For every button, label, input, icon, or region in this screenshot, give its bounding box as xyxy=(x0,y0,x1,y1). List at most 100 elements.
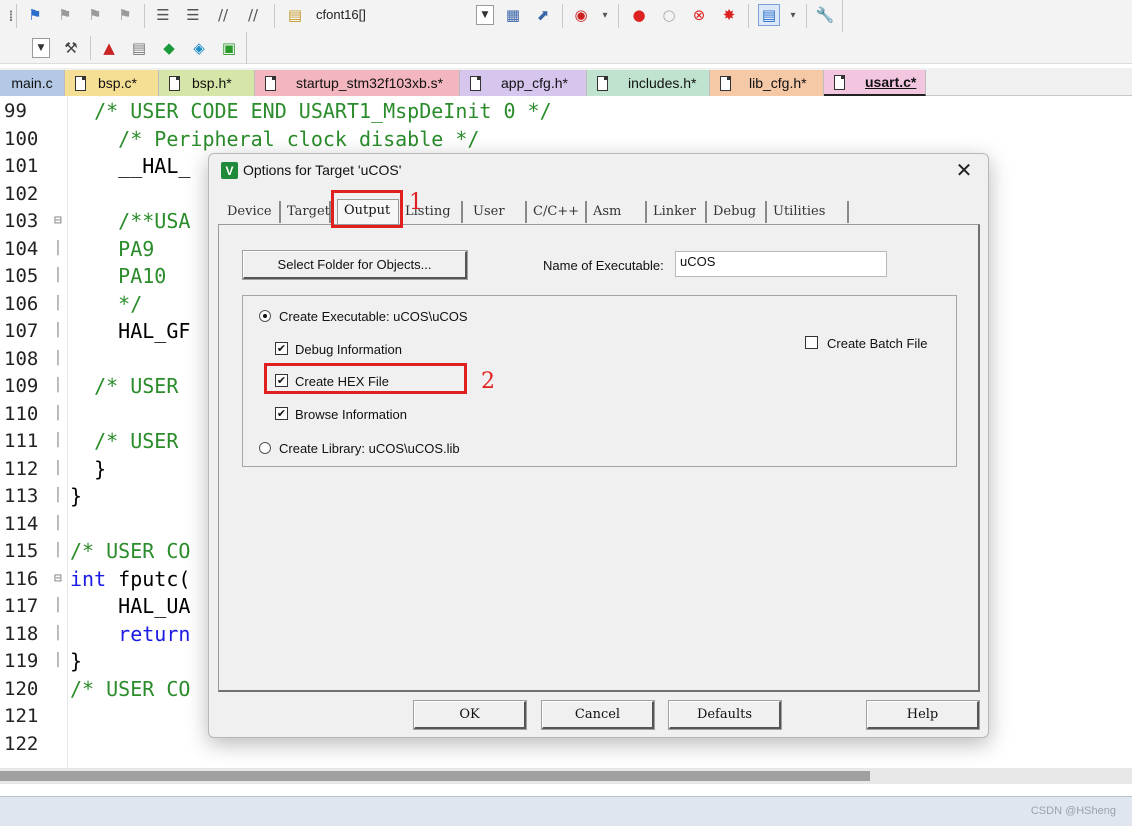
file-tab-app-cfg-h[interactable]: app_cfg.h* xyxy=(460,70,587,96)
line-number: 121 xyxy=(4,705,39,727)
code-line[interactable]: return xyxy=(70,622,190,646)
code-line[interactable]: HAL_UA xyxy=(70,594,190,618)
code-line[interactable]: /* USER xyxy=(70,374,178,398)
create-library-radio[interactable] xyxy=(259,442,271,454)
file-tab-usart-c[interactable]: usart.c* xyxy=(824,70,926,96)
line-number: 119 xyxy=(4,650,39,672)
insert-breakpoint-icon[interactable]: ● xyxy=(628,4,650,26)
browse-information-checkbox[interactable]: ✔ xyxy=(275,407,288,420)
code-text: return xyxy=(70,621,191,646)
incremental-find-icon[interactable]: ⬈ xyxy=(532,4,554,26)
file-tab-lib-cfg-h[interactable]: lib_cfg.h* xyxy=(710,70,824,96)
file-tab-includes-h[interactable]: includes.h* xyxy=(587,70,710,96)
configure-icon[interactable]: 🔧 xyxy=(814,4,836,26)
annotation-marker-2: 2 xyxy=(481,369,495,394)
code-text: } xyxy=(70,456,107,481)
comment-icon[interactable]: // xyxy=(212,4,234,26)
code-line[interactable]: /* USER CO xyxy=(70,539,190,563)
next-bookmark-icon[interactable]: ⚑ xyxy=(84,4,106,26)
help-button[interactable]: Help xyxy=(866,700,980,730)
tab-c-cpp[interactable]: C/C++ xyxy=(527,201,587,223)
file-tab-main-c[interactable]: main.c xyxy=(0,70,65,96)
fold-toggle-icon[interactable]: ⊟ xyxy=(54,213,66,228)
enable-breakpoint-icon[interactable]: ○ xyxy=(658,4,680,26)
tab-device[interactable]: Device xyxy=(221,201,281,223)
manage-rte-icon[interactable]: ◆ xyxy=(158,37,180,59)
fold-toggle-icon[interactable]: ⊟ xyxy=(54,571,66,586)
code-text: */ xyxy=(70,291,143,316)
fold-line: │ xyxy=(54,268,62,283)
fold-line: │ xyxy=(54,653,62,668)
code-line[interactable]: /* USER xyxy=(70,429,178,453)
find-icon[interactable]: ▦ xyxy=(502,4,524,26)
file-extensions-icon[interactable]: ▤ xyxy=(128,37,150,59)
tab-asm[interactable]: Asm xyxy=(587,201,647,223)
code-line[interactable]: /* USER CODE END USART1_MspDeInit 0 */ xyxy=(70,99,552,123)
find-combo-value[interactable]: cfont16[] xyxy=(316,7,366,22)
find-combo-dropdown-icon[interactable]: ▼ xyxy=(476,5,494,25)
code-line[interactable]: PA10 xyxy=(70,264,166,288)
create-library-label: Create Library: uCOS\uCOS.lib xyxy=(279,441,460,456)
line-number: 108 xyxy=(4,347,39,370)
pack-installer-icon[interactable]: ▣ xyxy=(218,37,240,59)
file-tab-label: startup_stm32f103xb.s* xyxy=(296,75,444,91)
bookmark-icon[interactable]: ⚑ xyxy=(24,4,46,26)
target-dropdown-icon[interactable]: ▼ xyxy=(32,38,50,58)
code-line[interactable]: int fputc( xyxy=(70,567,190,591)
code-line[interactable]: /* Peripheral clock disable */ xyxy=(70,127,479,151)
horizontal-scrollbar[interactable] xyxy=(0,768,1132,784)
tab-label: Device xyxy=(227,204,272,219)
debug-dropdown-icon[interactable]: ▾ xyxy=(594,4,616,26)
line-number: 111 xyxy=(4,430,39,452)
tab-utilities[interactable]: Utilities xyxy=(767,201,849,223)
button-label: Cancel xyxy=(574,707,621,722)
code-line[interactable]: } xyxy=(70,649,82,673)
window-layout-icon[interactable]: ▤ xyxy=(758,4,780,26)
code-line[interactable]: /* USER CO xyxy=(70,677,190,701)
scrollbar-thumb[interactable] xyxy=(0,771,870,781)
tab-linker[interactable]: Linker xyxy=(647,201,707,223)
tab-debug[interactable]: Debug xyxy=(707,201,767,223)
ok-button[interactable]: OK xyxy=(413,700,527,730)
file-tab-bsp-c[interactable]: bsp.c* xyxy=(65,70,159,96)
code-line[interactable]: */ xyxy=(70,292,142,316)
debug-session-icon[interactable]: ◉ xyxy=(570,4,592,26)
create-executable-radio[interactable] xyxy=(259,310,271,322)
code-line[interactable]: } xyxy=(70,484,82,508)
code-line[interactable]: /**USA xyxy=(70,209,190,233)
code-line[interactable]: PA9 xyxy=(70,237,154,261)
unindent-icon[interactable]: ☰ xyxy=(182,4,204,26)
select-folder-button[interactable]: Select Folder for Objects... xyxy=(242,250,468,280)
tab-user[interactable]: User xyxy=(467,201,527,223)
close-icon[interactable]: ✕ xyxy=(952,158,976,182)
select-packs-icon[interactable]: ◈ xyxy=(188,37,210,59)
code-line[interactable]: } xyxy=(70,457,106,481)
cancel-button[interactable]: Cancel xyxy=(541,700,655,730)
tab-label: User xyxy=(473,204,505,219)
line-number: 106 xyxy=(4,292,39,315)
kill-breakpoints-icon[interactable]: ✸ xyxy=(718,4,740,26)
toolbar-icon[interactable]: ⁞ xyxy=(0,5,22,27)
find-in-files-icon[interactable]: ▤ xyxy=(284,4,306,26)
manage-project-items-icon[interactable]: ▲ xyxy=(98,37,120,59)
line-number: 113 xyxy=(4,485,39,507)
disable-breakpoint-icon[interactable]: ⊗ xyxy=(688,4,710,26)
code-line[interactable]: __HAL_ xyxy=(70,154,190,178)
code-line[interactable]: HAL_GF xyxy=(70,319,190,343)
indent-icon[interactable]: ☰ xyxy=(152,4,174,26)
target-options-icon[interactable]: ⚒ xyxy=(60,37,82,59)
name-of-executable-input[interactable]: uCOS xyxy=(675,251,887,277)
create-batch-file-checkbox[interactable] xyxy=(805,336,818,349)
window-layout-dropdown-icon[interactable]: ▾ xyxy=(782,4,804,26)
main-toolbar: ⁞ ⚑ ⚑ ⚑ ⚑ ☰ ☰ // // ▤ cfont16[] ▼ ▦ ⬈ ◉ … xyxy=(0,0,1132,32)
uncomment-icon[interactable]: // xyxy=(242,4,264,26)
clear-bookmarks-icon[interactable]: ⚑ xyxy=(114,4,136,26)
file-tab-startup[interactable]: startup_stm32f103xb.s* xyxy=(255,70,460,96)
tab-target[interactable]: Target xyxy=(281,201,331,223)
prev-bookmark-icon[interactable]: ⚑ xyxy=(54,4,76,26)
toolbar-separator xyxy=(16,4,17,28)
defaults-button[interactable]: Defaults xyxy=(668,700,782,730)
debug-information-checkbox[interactable]: ✔ xyxy=(275,342,288,355)
annotation-box-output-tab xyxy=(331,190,403,228)
file-tab-bsp-h[interactable]: bsp.h* xyxy=(159,70,255,96)
